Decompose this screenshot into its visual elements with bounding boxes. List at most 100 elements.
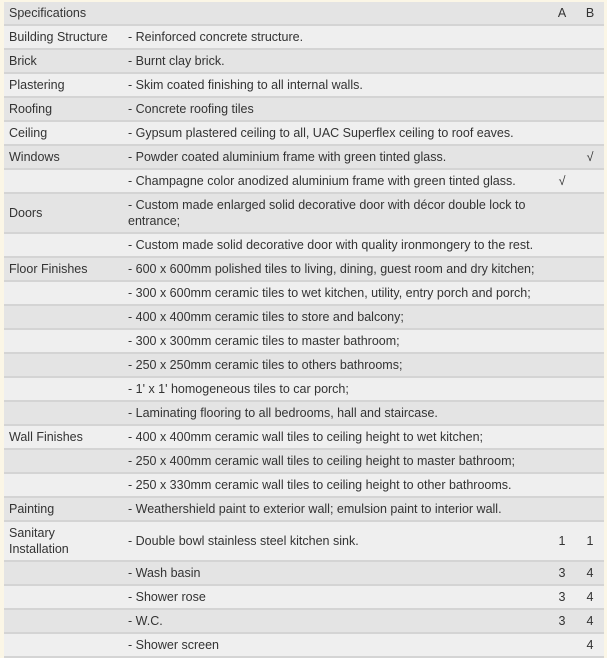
row-col-b [576,473,604,498]
row-col-a: 3 [548,609,576,634]
row-description: - Powder coated aluminium frame with gre… [122,145,548,170]
table-row: Brick - Burnt clay brick. [4,49,604,74]
row-category: Wall Finishes [4,425,122,450]
row-description: - Custom made enlarged solid decorative … [122,193,548,234]
row-col-b [576,25,604,50]
row-description: - Weathershield paint to exterior wall; … [122,497,548,522]
row-description: - 400 x 400mm ceramic wall tiles to ceil… [122,425,548,450]
row-col-a [548,497,576,522]
row-description: - Concrete roofing tiles [122,97,548,122]
row-category: Windows [4,145,122,170]
row-col-b: 4 [576,561,604,586]
row-description: - Champagne color anodized aluminium fra… [122,169,548,194]
table-header-row: Specifications A B [4,2,604,26]
row-description: - Gypsum plastered ceiling to all, UAC S… [122,121,548,146]
specifications-table: Specifications A B Building Structure - R… [4,2,604,658]
page: Specifications A B Building Structure - R… [0,0,607,658]
header-col-b: B [576,2,604,26]
row-category: Roofing [4,97,122,122]
row-description: - Reinforced concrete structure. [122,25,548,50]
row-description: - Shower rose [122,585,548,610]
row-col-a [548,473,576,498]
row-category [4,401,122,426]
row-col-a [548,401,576,426]
row-col-b: 4 [576,585,604,610]
row-col-b [576,73,604,98]
row-description: - Laminating flooring to all bedrooms, h… [122,401,548,426]
row-category [4,633,122,658]
row-category: Brick [4,49,122,74]
row-category: Building Structure [4,25,122,50]
row-col-a [548,353,576,378]
table-row: Floor Finishes - 600 x 600mm polished til… [4,257,604,282]
row-category: Ceiling [4,121,122,146]
row-description: - Custom made solid decorative door with… [122,233,548,258]
header-specifications: Specifications [4,2,548,26]
row-col-a: 3 [548,585,576,610]
row-col-b [576,233,604,258]
row-col-b: 4 [576,633,604,658]
row-col-a: 3 [548,561,576,586]
row-category [4,329,122,354]
row-category: Plastering [4,73,122,98]
row-category [4,609,122,634]
row-col-b [576,353,604,378]
row-col-a: √ [548,169,576,194]
row-col-b [576,257,604,282]
table-row: - Wash basin 3 4 [4,561,604,586]
header-col-a: A [548,2,576,26]
row-description: - Shower screen [122,633,548,658]
row-description: - 250 x 250mm ceramic tiles to others ba… [122,353,548,378]
row-col-b [576,121,604,146]
row-description: - 300 x 600mm ceramic tiles to wet kitch… [122,281,548,306]
row-description: - Double bowl stainless steel kitchen si… [122,521,548,562]
row-col-b [576,169,604,194]
row-col-a [548,449,576,474]
row-description: - 400 x 400mm ceramic tiles to store and… [122,305,548,330]
row-col-a [548,145,576,170]
row-col-b [576,401,604,426]
row-col-b [576,425,604,450]
table-row: Roofing - Concrete roofing tiles [4,97,604,122]
row-col-a [548,329,576,354]
row-col-a [548,25,576,50]
table-row: - Shower rose 3 4 [4,585,604,610]
row-col-a [548,193,576,234]
row-category [4,585,122,610]
row-col-b [576,305,604,330]
row-col-a [548,633,576,658]
row-col-a [548,377,576,402]
row-description: - 1' x 1' homogeneous tiles to car porch… [122,377,548,402]
table-row: - 300 x 300mm ceramic tiles to master ba… [4,329,604,354]
row-col-a [548,97,576,122]
row-description: - W.C. [122,609,548,634]
table-row: Plastering - Skim coated finishing to all… [4,73,604,98]
table-row: Doors - Custom made enlarged solid decora… [4,193,604,234]
table-row: - Shower screen 4 [4,633,604,658]
row-col-b [576,497,604,522]
row-col-a [548,257,576,282]
row-description: - Burnt clay brick. [122,49,548,74]
row-col-a [548,425,576,450]
table-row: Ceiling - Gypsum plastered ceiling to all… [4,121,604,146]
row-col-a [548,49,576,74]
table-row: - Champagne color anodized aluminium fra… [4,169,604,194]
row-col-a [548,73,576,98]
table-row: - W.C. 3 4 [4,609,604,634]
table-row: - 1' x 1' homogeneous tiles to car porch… [4,377,604,402]
row-category: Sanitary Installation [4,521,122,562]
row-col-a [548,281,576,306]
table-row: Wall Finishes - 400 x 400mm ceramic wall … [4,425,604,450]
row-description: - 600 x 600mm polished tiles to living, … [122,257,548,282]
table-row: - 250 x 250mm ceramic tiles to others ba… [4,353,604,378]
row-category [4,353,122,378]
row-category [4,449,122,474]
table-row: - Custom made solid decorative door with… [4,233,604,258]
row-col-b [576,449,604,474]
table-row: Building Structure - Reinforced concrete … [4,25,604,50]
table-row: Painting - Weathershield paint to exterio… [4,497,604,522]
row-category: Doors [4,193,122,234]
row-description: - 250 x 330mm ceramic wall tiles to ceil… [122,473,548,498]
row-col-b [576,377,604,402]
row-category: Painting [4,497,122,522]
